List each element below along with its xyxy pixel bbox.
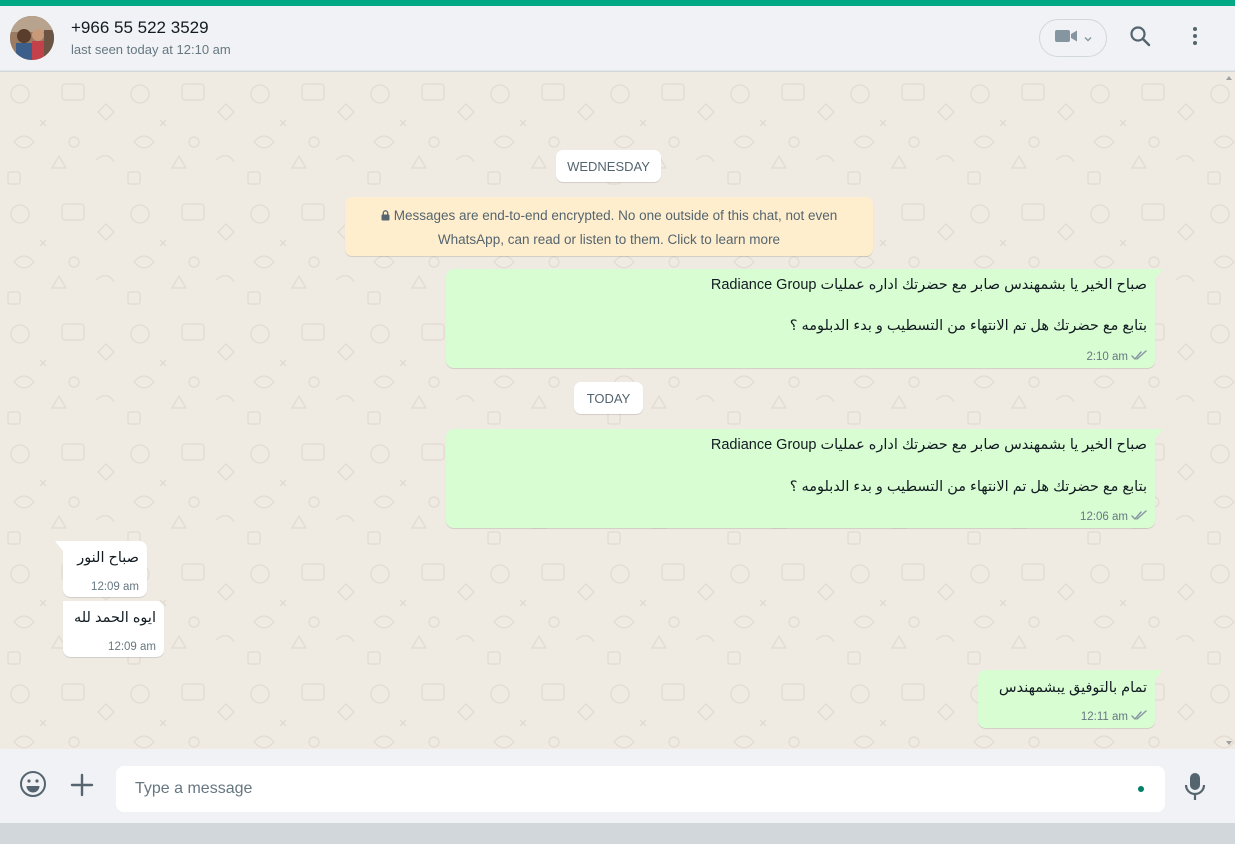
message-meta: 2:10 am bbox=[1086, 350, 1147, 364]
message-meta: 12:11 am bbox=[1081, 710, 1147, 724]
contact-name[interactable]: +966 55 522 3529 bbox=[71, 18, 209, 38]
message-text: بتابع مع حضرتك هل تم الانتهاء من التسطيب… bbox=[789, 318, 1147, 334]
message-meta: 12:09 am bbox=[108, 641, 156, 653]
attach-button[interactable] bbox=[67, 770, 97, 800]
message-time: 12:11 am bbox=[1080, 711, 1128, 723]
double-check-icon bbox=[1131, 710, 1147, 724]
video-camera-icon bbox=[1054, 28, 1078, 49]
voice-message-button[interactable] bbox=[1180, 770, 1210, 804]
chevron-down-icon bbox=[1084, 29, 1092, 47]
message-time: 12:09 am bbox=[108, 641, 156, 653]
message-text: تمام بالتوفيق يبشمهندس bbox=[998, 680, 1147, 696]
incoming-message[interactable]: صباح النور 12:09 am bbox=[55, 541, 147, 597]
date-divider: TODAY bbox=[574, 382, 643, 414]
message-time: 12:06 am bbox=[1080, 511, 1128, 523]
contact-avatar[interactable] bbox=[10, 16, 54, 60]
scroll-down-arrow[interactable] bbox=[1226, 741, 1232, 745]
message-text: ايوه الحمد لله bbox=[73, 610, 156, 626]
chat-header: +966 55 522 3529 last seen today at 12:1… bbox=[0, 6, 1235, 71]
encryption-notice-line1: Messages are end-to-end encrypted. No on… bbox=[393, 208, 838, 223]
message-meta: 12:09 am bbox=[91, 581, 139, 593]
message-time: 2:10 am bbox=[1086, 351, 1128, 363]
search-icon bbox=[1129, 25, 1151, 52]
search-button[interactable] bbox=[1126, 24, 1154, 52]
message-time: 12:09 am bbox=[91, 581, 139, 593]
video-call-button[interactable] bbox=[1039, 19, 1107, 57]
kebab-menu-icon bbox=[1192, 26, 1198, 51]
status-dot bbox=[1138, 786, 1144, 792]
message-text: صباح النور bbox=[77, 550, 139, 566]
menu-button[interactable] bbox=[1181, 24, 1209, 52]
emoji-icon bbox=[17, 771, 49, 804]
message-text: بتابع مع حضرتك هل تم الانتهاء من التسطيب… bbox=[789, 479, 1147, 495]
outgoing-message[interactable]: تمام بالتوفيق يبشمهندس 12:11 am bbox=[978, 670, 1163, 728]
emoji-button[interactable] bbox=[17, 768, 49, 800]
last-seen-status: last seen today at 12:10 am bbox=[71, 42, 231, 57]
message-input-box[interactable] bbox=[116, 766, 1165, 812]
bubble-tail bbox=[1155, 670, 1163, 680]
double-check-icon bbox=[1131, 510, 1147, 524]
message-list[interactable]: WEDNESDAY Messages are end-to-end encryp… bbox=[0, 72, 1235, 749]
composer-bar bbox=[0, 749, 1235, 823]
outgoing-message[interactable]: صباح الخير يا بشمهندس صابر مع حضرتك ادار… bbox=[446, 269, 1163, 368]
outgoing-message[interactable]: صباح الخير يا بشمهندس صابر مع حضرتك ادار… bbox=[446, 429, 1163, 528]
message-text: صباح الخير يا بشمهندس صابر مع حضرتك ادار… bbox=[710, 437, 1147, 453]
plus-icon bbox=[67, 773, 97, 804]
message-text: صباح الخير يا بشمهندس صابر مع حضرتك ادار… bbox=[710, 277, 1147, 293]
encryption-notice-line2: WhatsApp, can read or listen to them. Cl… bbox=[437, 232, 781, 247]
bubble-tail bbox=[1155, 269, 1163, 279]
microphone-icon bbox=[1180, 773, 1210, 808]
encryption-notice[interactable]: Messages are end-to-end encrypted. No on… bbox=[345, 197, 873, 256]
date-divider: WEDNESDAY bbox=[556, 150, 661, 182]
message-meta: 12:06 am bbox=[1080, 510, 1147, 524]
bubble-tail bbox=[1155, 429, 1163, 439]
scroll-up-arrow[interactable] bbox=[1226, 76, 1232, 80]
lock-icon bbox=[381, 205, 390, 228]
bubble-tail bbox=[55, 541, 63, 551]
double-check-icon bbox=[1131, 350, 1147, 364]
message-input[interactable] bbox=[135, 766, 1125, 812]
incoming-message[interactable]: ايوه الحمد لله 12:09 am bbox=[63, 601, 164, 657]
window-bottom-strip bbox=[0, 823, 1235, 844]
